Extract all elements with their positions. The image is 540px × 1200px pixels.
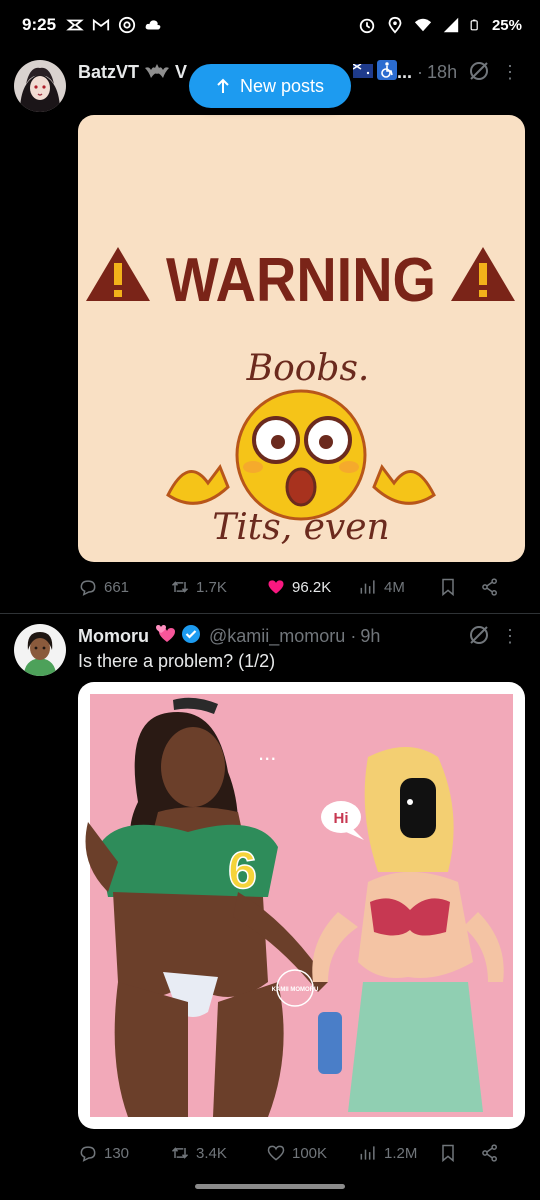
more-options-icon[interactable]: ⋮ xyxy=(500,626,520,646)
like-count: 96.2K xyxy=(292,578,332,596)
threads-icon xyxy=(118,16,136,34)
hearts-emoji-icon xyxy=(155,624,177,649)
grok-icon[interactable] xyxy=(468,624,490,646)
tweet-actions: 661 1.7K 96.2K 4M xyxy=(78,572,518,602)
display-name[interactable]: Momoru xyxy=(78,626,149,647)
views-icon xyxy=(360,1146,375,1160)
display-name-continued: V xyxy=(175,62,188,82)
watermark-text: KAMII MOMORU xyxy=(272,987,319,993)
jersey-number: 6 xyxy=(228,842,257,900)
tweet[interactable]: Momoru @kamii_momoru · 9h ⋮ Is there a p… xyxy=(0,614,540,1174)
tweet[interactable]: BatzVT V ... · 18h ⋮ WARNING Boobs. Tits… xyxy=(0,52,540,612)
ellipsis-text: ... xyxy=(258,740,276,765)
verified-icon xyxy=(181,624,201,649)
arrow-up-icon xyxy=(217,78,229,93)
cloud-icon xyxy=(145,20,161,30)
like-count: 100K xyxy=(292,1144,328,1162)
tweet-media-image[interactable]: WARNING Boobs. Tits, even xyxy=(78,115,525,562)
repost-count: 1.7K xyxy=(196,578,227,596)
repost-icon xyxy=(171,581,189,593)
location-icon xyxy=(388,16,402,34)
flushed-face-icon xyxy=(166,389,436,521)
repost-button[interactable]: 1.7K xyxy=(170,577,266,597)
signal-icon xyxy=(443,17,459,33)
views-count: 4M xyxy=(384,578,405,596)
share-button[interactable] xyxy=(480,577,500,597)
repost-count: 3.4K xyxy=(196,1144,227,1162)
bat-emoji-icon xyxy=(145,62,170,83)
repost-button[interactable]: 3.4K xyxy=(170,1143,266,1163)
like-button[interactable]: 100K xyxy=(266,1143,358,1163)
avatar[interactable] xyxy=(14,624,66,676)
status-time: 9:25 xyxy=(22,15,57,34)
repost-icon xyxy=(171,1147,189,1159)
bubble-text: Hi xyxy=(334,810,349,827)
tweet-time[interactable]: 18h xyxy=(427,62,457,83)
like-icon xyxy=(268,580,284,594)
illustration-art: 6 Hi ... KAMII MOMORU xyxy=(85,694,513,1117)
views-count: 1.2M xyxy=(384,1144,418,1162)
wifi-icon xyxy=(414,18,432,32)
like-button[interactable]: 96.2K xyxy=(266,577,358,597)
new-posts-label: New posts xyxy=(239,75,325,96)
warning-left-icon xyxy=(86,247,150,301)
bookmark-icon xyxy=(442,1144,454,1163)
tweet-time[interactable]: 9h xyxy=(360,626,380,647)
reply-button[interactable]: 661 xyxy=(78,577,170,597)
warning-right-icon xyxy=(451,247,515,301)
reply-count: 661 xyxy=(104,578,130,596)
separator-dot: · xyxy=(417,62,424,82)
wheelchair-emoji-icon xyxy=(377,60,398,85)
share-button[interactable] xyxy=(480,1143,500,1163)
gesture-home-bar[interactable] xyxy=(195,1184,345,1189)
alarm-icon xyxy=(359,18,375,34)
separator-dot: · xyxy=(350,626,357,646)
display-name[interactable]: BatzVT xyxy=(78,62,139,83)
share-icon xyxy=(482,1144,497,1162)
status-bar: 9:25 25% xyxy=(0,0,540,50)
handle[interactable]: @kamii_momoru xyxy=(209,626,345,647)
flag-emoji-icon xyxy=(352,62,374,83)
warning-meme-art: WARNING Boobs. Tits, even xyxy=(86,246,515,548)
tweet-header: Momoru @kamii_momoru · 9h xyxy=(78,624,524,649)
battery-percent: 25% xyxy=(491,16,522,34)
avatar[interactable] xyxy=(14,60,66,112)
warning-title: WARNING xyxy=(166,246,436,315)
reply-icon xyxy=(80,580,96,596)
like-icon xyxy=(267,1145,285,1161)
tweet-media-image[interactable]: 6 Hi ... KAMII MOMORU xyxy=(78,682,525,1129)
views-icon xyxy=(360,580,375,594)
reply-count: 130 xyxy=(104,1144,130,1162)
grok-icon[interactable] xyxy=(468,60,490,82)
bookmark-button[interactable] xyxy=(438,1143,480,1163)
bookmark-icon xyxy=(442,578,454,597)
warning-line-2: Tits, even xyxy=(212,507,390,548)
capcut-icon xyxy=(66,19,84,31)
reply-icon xyxy=(80,1146,96,1162)
tweet-text: Is there a problem? (1/2) xyxy=(78,651,276,671)
avatar-image xyxy=(14,624,66,676)
warning-line-1: Boobs. xyxy=(246,348,370,389)
status-notification-icons xyxy=(66,16,162,34)
new-posts-button[interactable]: New posts xyxy=(189,64,351,108)
status-system-icons: 25% xyxy=(358,16,522,34)
views-button[interactable]: 1.2M xyxy=(358,1143,438,1163)
views-button[interactable]: 4M xyxy=(358,577,438,597)
battery-icon xyxy=(470,19,478,31)
gmail-icon xyxy=(92,18,110,31)
bookmark-button[interactable] xyxy=(438,577,480,597)
more-options-icon[interactable]: ⋮ xyxy=(500,62,520,82)
avatar-image xyxy=(14,60,66,112)
name-ellipsis: ... xyxy=(397,62,413,82)
tweet-actions: 130 3.4K 100K 1.2M xyxy=(78,1138,518,1168)
share-icon xyxy=(482,578,497,596)
reply-button[interactable]: 130 xyxy=(78,1143,170,1163)
